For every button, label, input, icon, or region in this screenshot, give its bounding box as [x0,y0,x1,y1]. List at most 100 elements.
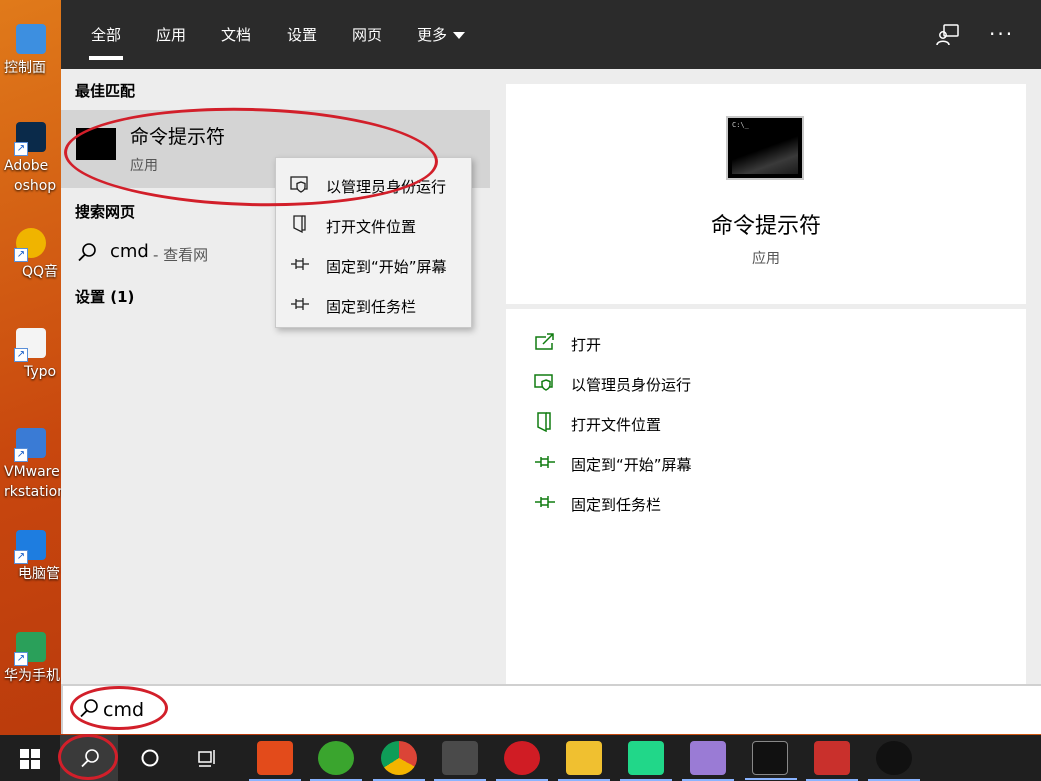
search-icon [81,749,99,768]
taskbar-app-chrome[interactable] [373,741,425,781]
folder-icon [537,412,551,432]
pin-icon [291,258,309,270]
pin-icon [535,496,555,508]
desktop-icon-vmware[interactable]: ↗ VMware rkstation [0,428,62,502]
search-panel: 全部 应用 文档 设置 网页 更多 ··· 最佳匹配 命令提示符 应用 搜索网页… [61,0,1041,684]
typora-icon: ↗ [14,328,46,362]
context-menu-open-location[interactable]: 打开文件位置 [276,203,471,243]
desktop-icon-label: 控制面 [4,60,46,76]
desktop-icon-label: Adobe [4,158,49,174]
web-query-suffix: - 查看网 [153,246,209,264]
tab-apps[interactable]: 应用 [156,24,186,46]
tab-settings[interactable]: 设置 [287,24,317,46]
detail-actions: 打开 以管理员身份运行 打开文件位置 固定到“开始”屏幕 固定到任务栏 [506,309,1026,684]
action-label: 固定到任务栏 [571,496,662,514]
shortcut-arrow-icon: ↗ [14,550,28,564]
best-match-subtitle: 应用 [130,158,158,174]
folder-icon [293,215,306,233]
desktop-icon-label: VMware [4,464,60,480]
taskbar-app-qq[interactable] [868,741,920,781]
pin-icon [291,298,309,310]
start-button[interactable] [0,735,58,781]
control-panel-icon [16,24,46,54]
context-menu-pin-taskbar[interactable]: 固定到任务栏 [276,283,471,323]
section-title-settings: 设置 (1) [75,288,135,306]
search-box [61,684,1041,734]
taskbar-app-xmind[interactable] [806,741,858,781]
desktop-icon-label: 电脑管 [18,566,60,582]
tab-more[interactable]: 更多 [417,24,466,46]
icon-sheen [732,134,798,174]
section-title-best-match: 最佳匹配 [75,82,136,100]
taskbar [0,735,1041,781]
shield-icon [290,176,308,193]
detail-title: 命令提示符 [710,214,821,239]
desktop-icon-control-panel[interactable]: 控制面 [0,24,62,78]
tab-label: 文档 [221,26,252,44]
task-view-button[interactable] [180,735,238,781]
context-menu-pin-start[interactable]: 固定到“开始”屏幕 [276,243,471,283]
action-run-as-admin[interactable]: 以管理员身份运行 [534,362,1014,402]
prompt-text: C:\_ [732,121,749,129]
chevron-down-icon [453,32,466,39]
photoshop-icon: ↗ [14,122,46,156]
action-open[interactable]: 打开 [534,322,1014,362]
context-menu-run-as-admin[interactable]: 以管理员身份运行 [276,163,471,203]
tab-documents[interactable]: 文档 [221,24,251,46]
desktop-icon-label: Typo [24,364,57,380]
more-options-icon[interactable]: ··· [989,22,1014,46]
huawei-phone-icon: ↗ [14,632,46,666]
feedback-icon[interactable] [935,22,961,48]
context-menu-label: 打开文件位置 [326,218,417,236]
desktop-icon-huawei[interactable]: ↗ 华为手机 [0,632,62,686]
desktop-icon-label: 华为手机 [4,668,60,684]
desktop-icon-label-line2: oshop [14,178,57,194]
tab-label: 全部 [91,26,122,44]
task-view-icon [198,750,215,767]
detail-subtitle: 应用 [752,251,780,267]
action-pin-taskbar[interactable]: 固定到任务栏 [534,482,1014,522]
search-input[interactable] [103,696,503,724]
desktop-icon-column: 控制面 ↗ Adobe oshop ↗ QQ音 ↗ Typo ↗ VMware … [0,0,62,730]
cortana-button[interactable] [120,735,178,781]
tab-web[interactable]: 网页 [352,24,382,46]
command-prompt-large-icon: C:\_ [726,116,804,180]
action-open-location[interactable]: 打开文件位置 [534,402,1014,442]
tab-label: 网页 [352,26,383,44]
desktop-icon-typora[interactable]: ↗ Typo [0,328,62,382]
shortcut-arrow-icon: ↗ [14,448,28,462]
qq-music-icon: ↗ [14,228,46,262]
context-menu-label: 固定到任务栏 [326,298,417,316]
action-pin-start[interactable]: 固定到“开始”屏幕 [534,442,1014,482]
taskbar-app-sublime[interactable] [434,741,486,781]
open-icon [535,333,554,350]
pc-manager-icon: ↗ [14,530,46,564]
taskbar-app-pycharm[interactable] [620,741,672,781]
desktop-icon-qq-music[interactable]: ↗ QQ音 [0,228,62,282]
tab-all[interactable]: 全部 [88,24,124,60]
shortcut-arrow-icon: ↗ [14,248,28,262]
desktop-icon-pc-manager[interactable]: ↗ 电脑管 [0,530,62,584]
taskbar-app-file-explorer[interactable] [558,741,610,781]
search-icon [80,699,98,718]
taskbar-app-browser[interactable] [310,741,362,781]
cortana-icon [141,749,159,767]
section-title-search-web: 搜索网页 [75,203,136,221]
taskbar-app-command-prompt[interactable] [745,741,797,780]
taskbar-app-netease-music[interactable] [496,741,548,781]
desktop-icon-photoshop[interactable]: ↗ Adobe oshop [0,122,62,196]
shortcut-arrow-icon: ↗ [14,142,28,156]
tab-label: 应用 [156,26,187,44]
search-button[interactable] [60,735,118,781]
tab-label: 设置 [287,26,318,44]
desktop-icon-label: QQ音 [22,264,59,280]
shortcut-arrow-icon: ↗ [14,652,28,666]
tab-label: 更多 [417,26,448,44]
command-prompt-icon [76,128,116,160]
taskbar-app-office[interactable] [249,741,301,781]
action-label: 打开 [571,336,602,354]
action-label: 打开文件位置 [571,416,662,434]
running-indicator [745,778,797,780]
taskbar-app-paint[interactable] [682,741,734,781]
windows-logo-icon [20,749,40,769]
